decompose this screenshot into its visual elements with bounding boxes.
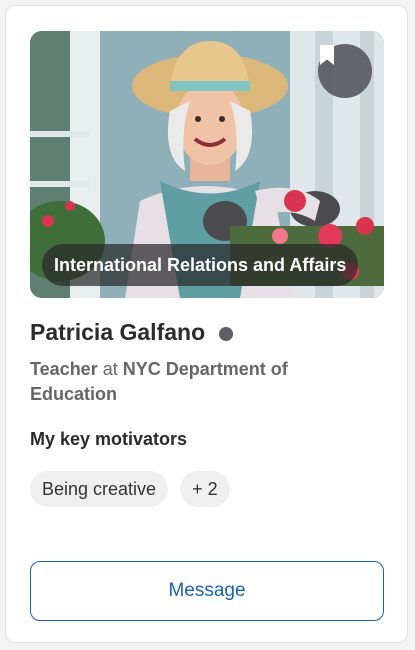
motivators-heading: My key motivators bbox=[30, 429, 188, 449]
field-tag: International Relations and Affairs bbox=[42, 244, 359, 286]
profile-name[interactable]: Patricia Galfano bbox=[30, 319, 205, 346]
name-row: Patricia Galfano bbox=[30, 319, 234, 346]
job-connector: at bbox=[102, 359, 118, 379]
profile-photo: International Relations and Affairs bbox=[30, 31, 384, 298]
motivator-chip[interactable]: Being creative bbox=[30, 471, 169, 507]
job-title: Teacher bbox=[30, 359, 98, 379]
more-motivators-chip[interactable]: + 2 bbox=[180, 471, 230, 507]
bookmark-button[interactable] bbox=[318, 44, 372, 98]
motivator-chips: Being creative + 2 bbox=[30, 471, 230, 507]
bookmark-icon bbox=[320, 45, 334, 65]
message-button[interactable]: Message bbox=[30, 561, 384, 621]
status-indicator bbox=[219, 326, 234, 341]
profile-card: International Relations and Affairs Patr… bbox=[5, 5, 408, 643]
job-description: Teacher at NYC Department of Education bbox=[30, 357, 350, 407]
